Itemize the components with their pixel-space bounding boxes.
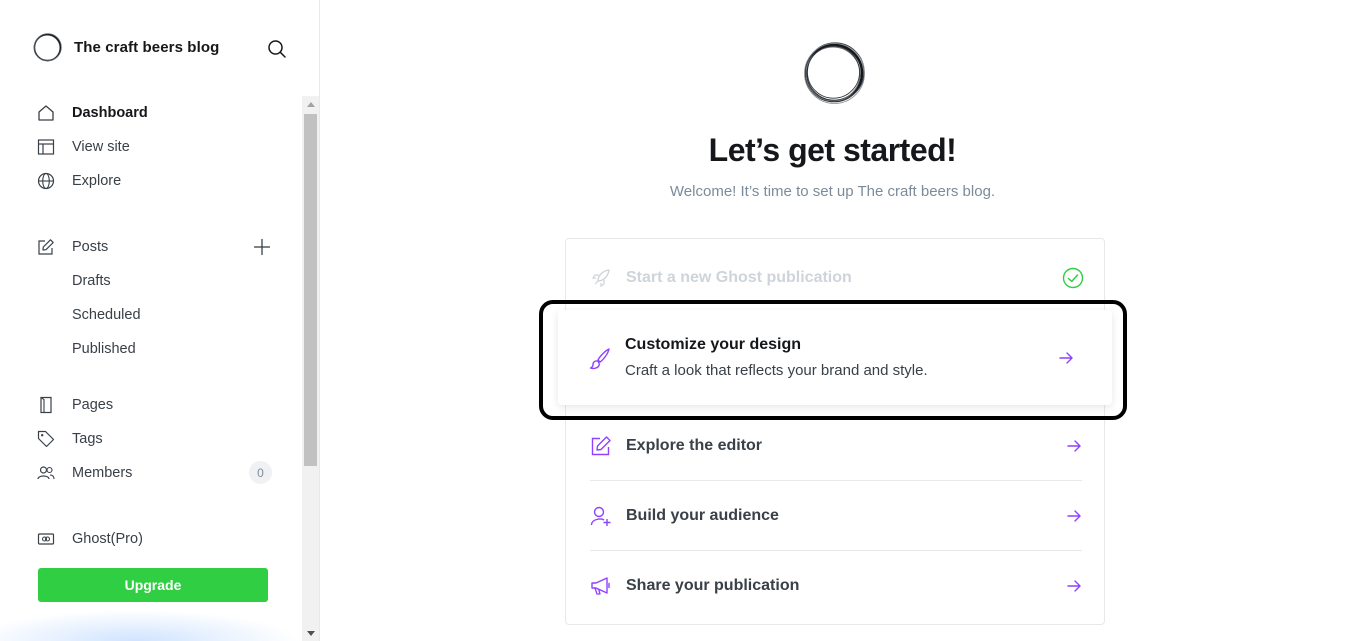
step-title: Share your publication [626, 577, 800, 594]
site-logo-icon [33, 33, 62, 62]
arrow-right-icon [1067, 509, 1081, 522]
nav-ghost-pro[interactable]: Ghost(Pro) [36, 522, 276, 556]
nav-members[interactable]: Members [36, 456, 276, 490]
nav-posts[interactable]: Posts [36, 230, 276, 264]
step-customize-design[interactable]: Customize your design Craft a look that … [558, 310, 1112, 405]
add-post-button[interactable] [251, 236, 273, 258]
nav-label: Ghost(Pro) [72, 531, 143, 547]
scroll-thumb[interactable] [304, 114, 317, 466]
step-explore-editor[interactable]: Explore the editor [590, 411, 1082, 481]
arrow-right-icon [1067, 580, 1081, 592]
step-start-publication[interactable]: Start a new Ghost publication [590, 261, 1084, 295]
nav-label: View site [72, 139, 130, 155]
paintbrush-icon [589, 348, 610, 370]
rocket-icon [590, 267, 612, 289]
nav-label: Pages [72, 397, 114, 413]
layout-icon [36, 137, 56, 157]
nav-view-site[interactable]: View site [36, 130, 276, 164]
members-icon [36, 463, 56, 483]
nav-label: Posts [72, 239, 109, 255]
site-logo-icon [804, 42, 865, 104]
page-title: Let’s get started! [708, 132, 957, 168]
step-share-publication[interactable]: Share your publication [590, 551, 1082, 621]
ghost-pro-icon [36, 529, 56, 549]
step-description: Craft a look that reflects your brand an… [625, 362, 928, 379]
sidebar-glow [0, 610, 300, 641]
nav-drafts[interactable]: Drafts [72, 264, 111, 298]
sidebar: The craft beers blog Dashboard View site… [0, 0, 320, 641]
edit-icon [590, 435, 612, 457]
scroll-down-arrow-icon[interactable] [302, 624, 319, 641]
home-icon [36, 103, 56, 123]
nav-tags[interactable]: Tags [36, 422, 276, 456]
arrow-right-icon [1059, 352, 1073, 364]
search-icon [268, 40, 286, 58]
tag-icon [36, 429, 56, 449]
add-user-icon [590, 505, 612, 527]
nav-label: Tags [72, 431, 103, 447]
step-title: Build your audience [626, 506, 779, 524]
upgrade-button[interactable]: Upgrade [38, 568, 268, 602]
nav-pages[interactable]: Pages [36, 388, 276, 422]
megaphone-icon [590, 575, 612, 597]
arrow-right-icon [1067, 439, 1081, 452]
brand[interactable]: The craft beers blog [32, 32, 219, 63]
step-build-audience[interactable]: Build your audience [590, 481, 1082, 551]
page-subtitle: Welcome! It’s time to set up The craft b… [669, 183, 996, 200]
nav-scheduled[interactable]: Scheduled [72, 298, 141, 332]
site-title: The craft beers blog [74, 39, 220, 56]
nav-dashboard[interactable]: Dashboard [36, 96, 276, 130]
edit-icon [36, 237, 56, 257]
check-circle-icon [1062, 267, 1084, 289]
nav-label: Members [72, 465, 133, 481]
scroll-up-arrow-icon[interactable] [302, 96, 319, 113]
nav-label: Explore [72, 173, 122, 189]
nav-label: Dashboard [72, 105, 148, 121]
plus-icon [254, 239, 270, 255]
step-title: Customize your design [625, 336, 802, 353]
nav-explore[interactable]: Explore [36, 164, 276, 198]
members-count-badge: 0 [249, 461, 272, 484]
step-title: Explore the editor [626, 436, 763, 454]
page-icon [36, 395, 56, 415]
step-title: Start a new Ghost publication [626, 269, 852, 286]
onboarding-checklist: Start a new Ghost publication Explore th… [565, 238, 1105, 625]
globe-icon [36, 171, 56, 191]
nav-published[interactable]: Published [72, 332, 136, 366]
sidebar-scrollbar[interactable] [302, 96, 319, 641]
search-button[interactable] [265, 37, 289, 61]
